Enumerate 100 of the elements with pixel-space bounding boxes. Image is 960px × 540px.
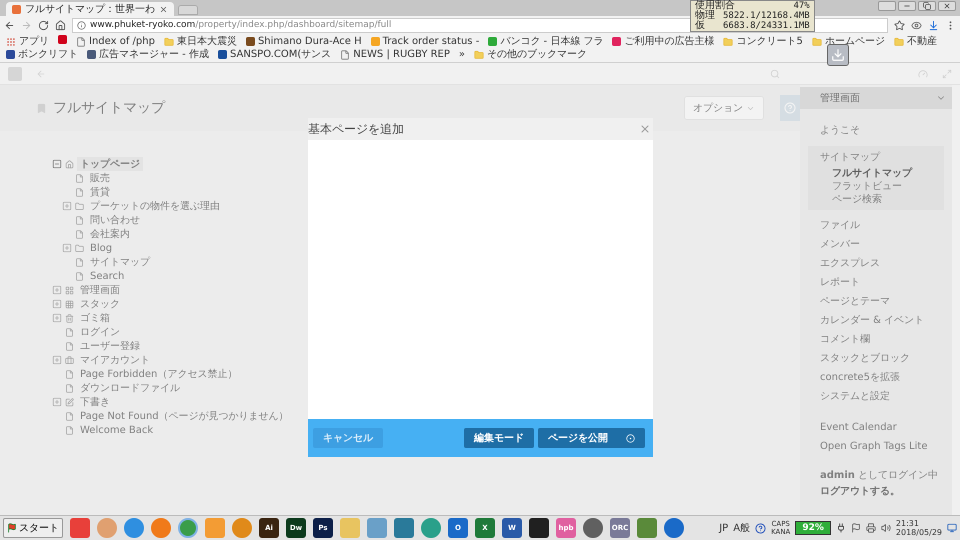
page-icon (75, 188, 84, 196)
ime-mode[interactable]: A般 (733, 521, 750, 535)
window-extra-button[interactable] (878, 1, 896, 11)
plus-box-icon[interactable] (52, 397, 62, 407)
taskbar-app-button[interactable] (151, 518, 171, 538)
taskbar-app-button[interactable] (421, 518, 441, 538)
menu-item[interactable]: カレンダー & イベント (800, 311, 952, 330)
menu-item[interactable]: システムと設定 (800, 387, 952, 406)
page-icon (76, 36, 86, 46)
restore-button[interactable] (918, 1, 936, 11)
menu-item[interactable]: サイトマップ (820, 148, 944, 167)
menu-item[interactable]: ファイル (800, 216, 952, 235)
bookmark-link[interactable]: SANSPO.COM(サンス (218, 48, 332, 61)
menu-item[interactable]: ページとテーマ (800, 292, 952, 311)
tree-item-label[interactable]: Page Forbidden（アクセス禁止） (77, 367, 240, 381)
bookmark-link[interactable]: Shimano Dura-Ace H (246, 35, 362, 48)
start-button[interactable]: スタート (3, 518, 63, 538)
tree-item-label[interactable]: Search (87, 270, 128, 282)
options-button[interactable]: オプション (684, 96, 764, 120)
bookmark-link[interactable]: 広告マネージャー - 作成 (87, 48, 209, 61)
bookmark-icon (36, 102, 47, 114)
publish-button[interactable]: ページを公開 (538, 428, 645, 448)
taskbar-app-button[interactable] (232, 518, 252, 538)
menu-item[interactable]: レポート (800, 273, 952, 292)
bookmark-link[interactable]: その他のブックマーク (474, 48, 588, 61)
close-icon[interactable] (639, 123, 651, 135)
tree-item-label[interactable]: Page Not Found（ページが見つかりません） (77, 409, 292, 423)
tree-item-label[interactable]: 下書き (77, 395, 113, 409)
tree-item-label[interactable]: 販売 (87, 171, 113, 185)
tree-item-label[interactable]: ダウンロードファイル (77, 381, 183, 395)
page-icon (75, 230, 84, 238)
submenu-item[interactable]: フルサイトマップ (820, 167, 944, 180)
scrollbar[interactable] (952, 85, 960, 515)
close-button[interactable] (938, 1, 956, 11)
tree-item-label[interactable]: 問い合わせ (87, 213, 143, 227)
tree-item-label[interactable]: ゴミ箱 (77, 311, 113, 325)
taskbar-app-button[interactable] (124, 518, 144, 538)
minus-box-icon[interactable] (52, 159, 62, 169)
tree-item-label[interactable]: Blog (87, 242, 116, 254)
bookmark-link[interactable]: ボンクリフト (6, 48, 78, 61)
tree-item-label[interactable]: スタック (77, 297, 123, 311)
printer-icon (866, 523, 876, 533)
logo-icon[interactable] (8, 66, 22, 80)
bookmark-link[interactable]: 東日本大震災 (164, 35, 237, 48)
bookmark-link[interactable]: アプリ (6, 35, 49, 48)
menu-item[interactable]: スタックとブロック (800, 349, 952, 368)
new-tab-button[interactable] (178, 5, 198, 15)
tree-item-label[interactable]: Welcome Back (77, 424, 156, 436)
menu-item[interactable]: Event Calendar (800, 418, 952, 437)
browser-tab[interactable]: フルサイトマップ：世界一わ (6, 2, 174, 16)
tree-item-label[interactable]: トップページ (77, 157, 143, 171)
taskbar-app-button[interactable] (178, 518, 198, 538)
plus-box-icon[interactable] (52, 313, 62, 323)
bookmark-link[interactable]: Track order status - (370, 35, 480, 48)
taskbar-app-button[interactable] (664, 518, 684, 538)
tree-item-label[interactable]: ユーザー登録 (77, 339, 143, 353)
bookmark-link[interactable]: コンクリート5 (723, 35, 803, 48)
logout-link[interactable]: ログアウトする。 (800, 484, 952, 500)
secondary-button[interactable]: 編集モード (464, 428, 534, 448)
menu-item[interactable]: concrete5を拡張 (800, 368, 952, 387)
tree-item-label[interactable]: プーケットの物件を選ぶ理由 (87, 199, 223, 213)
taskbar-app-button[interactable] (583, 518, 603, 538)
menu-item[interactable]: ようこそ (800, 121, 952, 140)
plus-box-icon[interactable] (52, 285, 62, 295)
tree-item-label[interactable]: 賃貸 (87, 185, 113, 199)
clock-date: 2018/05/29 (896, 528, 942, 537)
back-icon (4, 20, 15, 30)
tree-item-label[interactable]: 会社案内 (87, 227, 133, 241)
more-bookmarks-link[interactable]: » (458, 48, 466, 61)
taskbar-app-button[interactable] (529, 518, 549, 538)
menu-item[interactable]: メンバー (800, 235, 952, 254)
bookmark-link[interactable]: NEWS | RUGBY REP (340, 48, 450, 61)
tree-item-label[interactable]: 管理画面 (77, 283, 123, 297)
reload-icon (38, 20, 49, 30)
menu-item[interactable]: コメント欄 (800, 330, 952, 349)
tree-item-label[interactable]: マイアカウント (77, 353, 153, 367)
plus-box-icon[interactable] (52, 299, 62, 309)
tab-favicon-icon (12, 4, 21, 14)
submenu-item[interactable]: フラットビュー (820, 180, 944, 193)
ime-indicator[interactable]: JP (719, 522, 728, 534)
bookmark-link[interactable]: Index of /php (76, 35, 155, 48)
tree-item-label[interactable]: サイトマップ (87, 255, 153, 269)
plus-box-icon[interactable] (62, 243, 72, 253)
bookmark-link[interactable]: バンコク - 日本線 フラ (488, 35, 604, 48)
menu-item[interactable]: Open Graph Tags Lite (800, 437, 952, 456)
page-icon (75, 272, 84, 280)
panel-header[interactable]: 管理画面 (800, 87, 952, 109)
cancel-button[interactable]: キャンセル (313, 428, 383, 448)
minimize-button[interactable] (898, 1, 916, 11)
bookmark-link[interactable]: 不動産 (894, 35, 937, 48)
bookmark-link[interactable]: ご利用中の広告主様 (612, 35, 714, 48)
download-widget-icon[interactable] (827, 44, 849, 66)
plus-box-icon[interactable] (52, 355, 62, 365)
menu-item[interactable]: エクスプレス (800, 254, 952, 273)
page-icon (65, 342, 74, 350)
tree-item-label[interactable]: ログイン (77, 325, 123, 339)
submenu-item[interactable]: ページ検索 (820, 193, 944, 206)
plus-box-icon[interactable] (62, 201, 72, 211)
download-icon (928, 20, 939, 30)
help-button[interactable] (780, 95, 800, 121)
